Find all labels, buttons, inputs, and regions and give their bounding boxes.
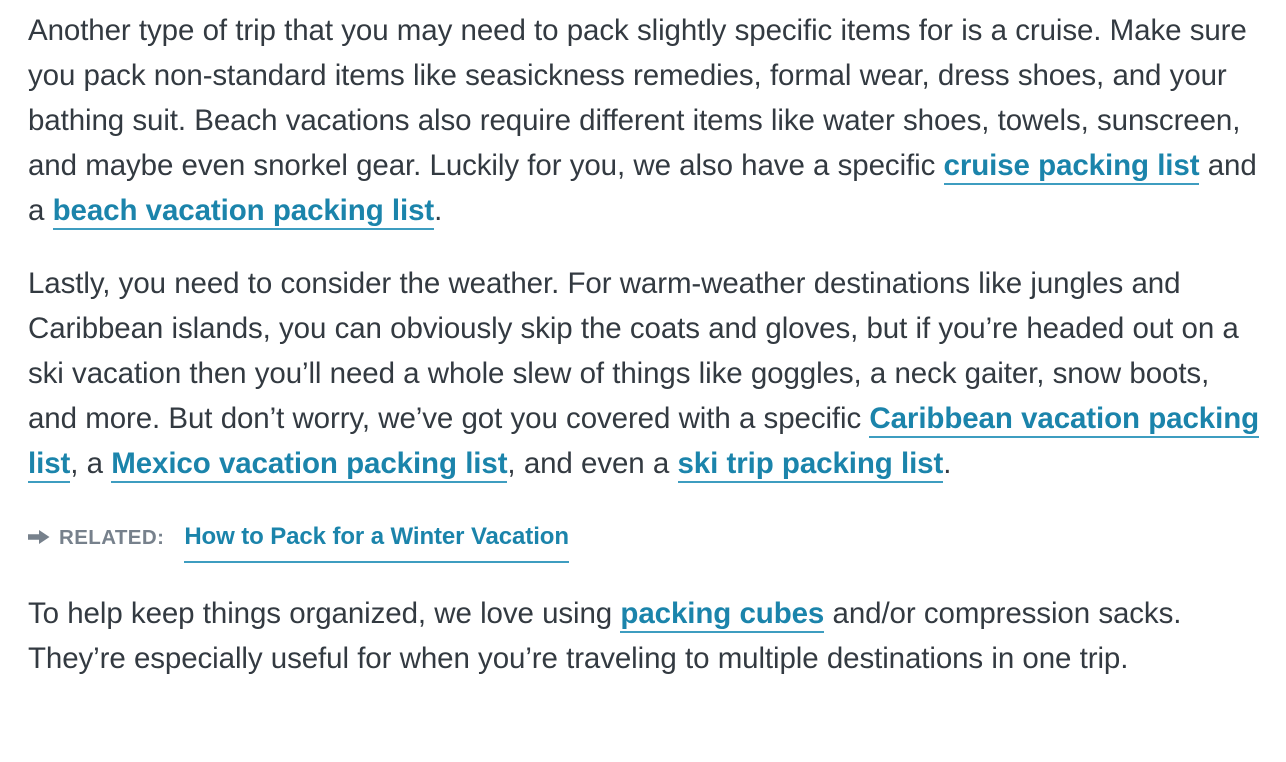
inline-link[interactable]: ski trip packing list xyxy=(677,447,943,483)
inline-link[interactable]: beach vacation packing list xyxy=(52,194,434,230)
related-callout: RELATED: How to Pack for a Winter Vacati… xyxy=(28,514,1260,563)
article-body: Another type of trip that you may need t… xyxy=(0,0,1286,681)
paragraph-text: . xyxy=(943,447,952,480)
paragraph-packing-cubes: To help keep things organized, we love u… xyxy=(28,591,1260,681)
arrow-right-icon xyxy=(28,529,50,545)
related-article-link[interactable]: How to Pack for a Winter Vacation xyxy=(184,514,569,563)
paragraph-cruise-beach: Another type of trip that you may need t… xyxy=(28,8,1260,233)
paragraph-text: . xyxy=(434,194,443,227)
inline-link[interactable]: packing cubes xyxy=(620,597,824,633)
related-label: RELATED: xyxy=(59,526,165,549)
paragraph-weather: Lastly, you need to consider the weather… xyxy=(28,261,1260,486)
inline-link[interactable]: Mexico vacation packing list xyxy=(111,447,508,483)
inline-link[interactable]: cruise packing list xyxy=(943,149,1200,185)
paragraph-text: , and even a xyxy=(507,447,678,480)
paragraph-text: To help keep things organized, we love u… xyxy=(28,597,621,630)
paragraph-text: , a xyxy=(70,447,112,480)
